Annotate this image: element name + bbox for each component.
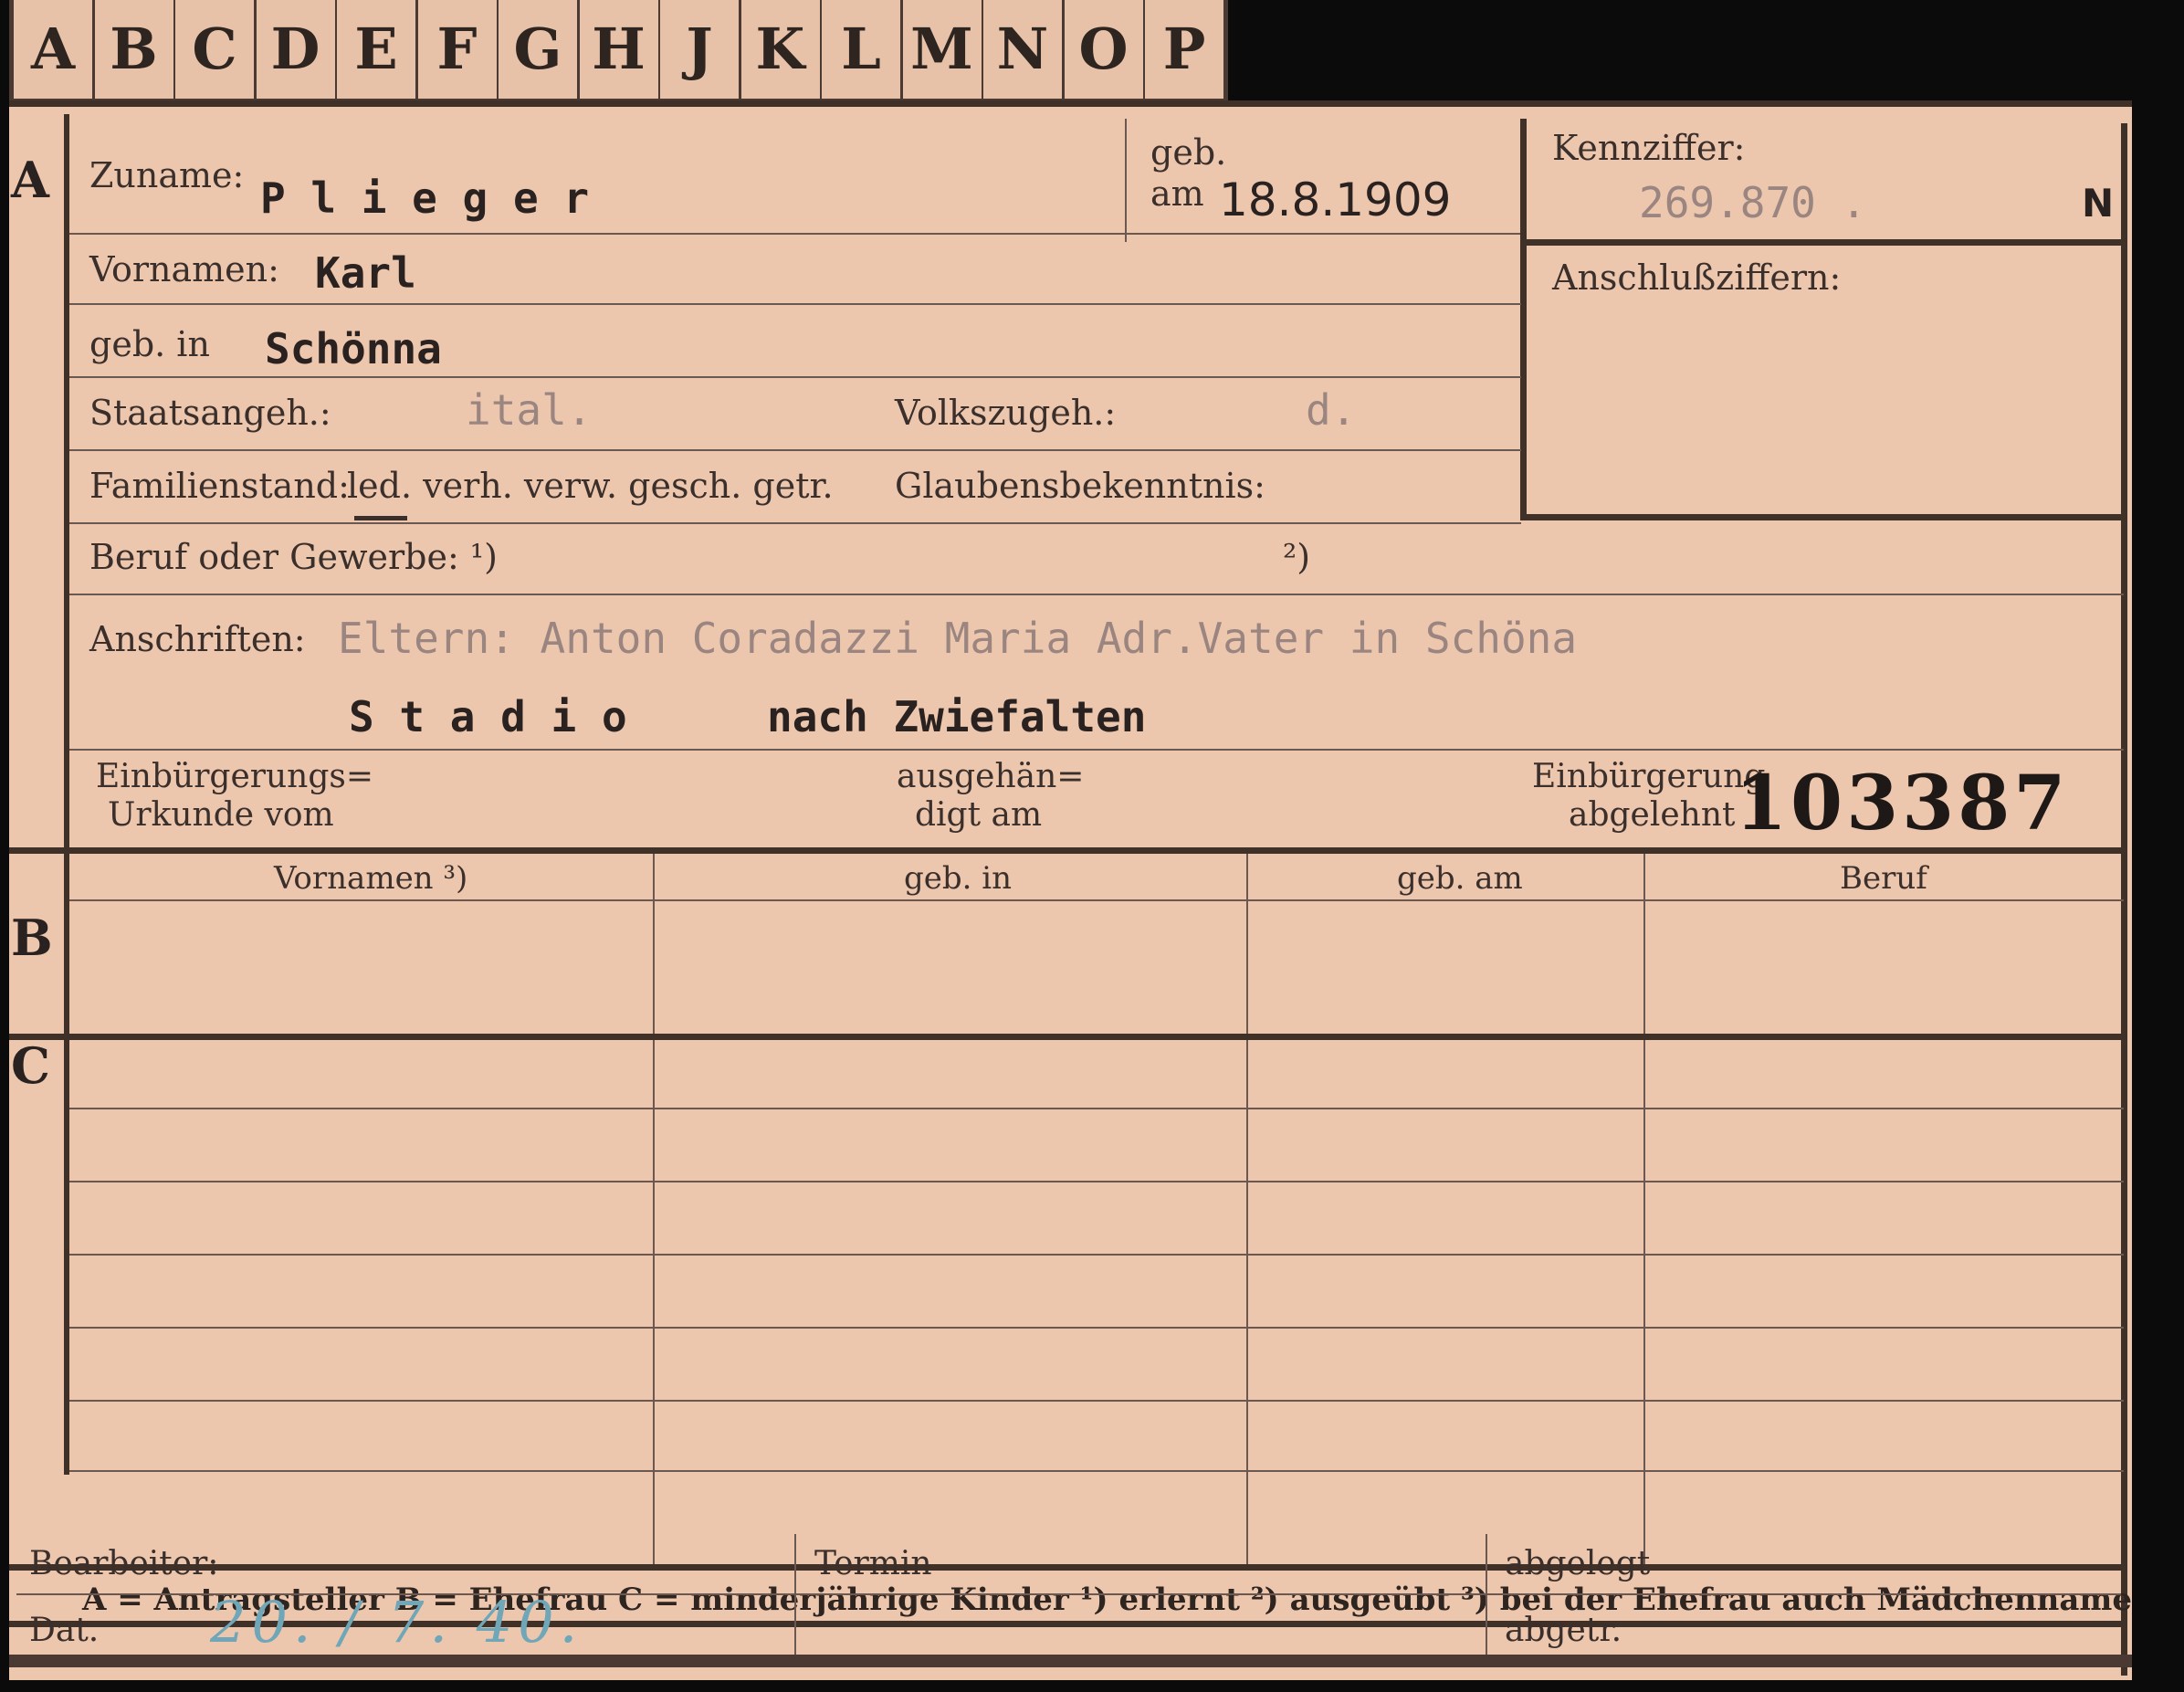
familienstand-underline-led	[354, 516, 407, 520]
kennziffer-box-bottom	[1520, 514, 2127, 520]
column-header-geb-in: geb. in	[904, 860, 1013, 897]
ausgehaendigt-label-2: digt am	[915, 796, 1043, 834]
familienstand-label: Familienstand:	[89, 466, 350, 506]
zuname-rule	[69, 233, 1521, 235]
beruf-label: Beruf oder Gewerbe: ¹)	[89, 537, 498, 577]
register-tab-a: A	[14, 0, 95, 99]
vornamen-value: Karl	[315, 248, 416, 298]
children-row-rule-4	[69, 1327, 2124, 1329]
termin-label: Termin	[814, 1545, 932, 1582]
geb-divider	[1125, 119, 1127, 242]
vornamen-label: Vornamen:	[89, 249, 279, 289]
column-header-geb-am: geb. am	[1397, 860, 1523, 897]
register-tab-b: B	[94, 0, 176, 99]
header-rule	[69, 899, 2124, 901]
register-tab-j: J	[660, 0, 741, 99]
register-tab-p: P	[1145, 0, 1226, 99]
register-tab-e: E	[337, 0, 418, 99]
register-tab-n: N	[983, 0, 1065, 99]
legend-top-border	[9, 1564, 2127, 1571]
geb-in-label: geb. in	[89, 324, 210, 364]
kennziffer-suffix: N	[2082, 181, 2115, 226]
section-margin-line	[64, 114, 69, 1475]
staatsangeh-label: Staatsangeh.:	[89, 393, 331, 433]
section-c-letter: C	[11, 1036, 50, 1095]
geb-in-rule	[69, 376, 1521, 378]
register-tab-k: K	[740, 0, 823, 99]
register-tab-strip: ABCDEFGHJKLMNOP	[9, 0, 1228, 108]
register-tab-h: H	[579, 0, 661, 99]
footer-divider-1	[794, 1534, 796, 1662]
register-tab-m: M	[902, 0, 984, 99]
anschriften-rule	[69, 749, 2124, 751]
abgelehnt-label-2: abgelehnt	[1569, 796, 1736, 834]
familienstand-rule	[69, 522, 1521, 524]
beruf-note-2: ²)	[1283, 537, 1311, 577]
index-card: A B C Zuname: P l i e g e r geb. am 18.8…	[9, 100, 2132, 1680]
kennziffer-box-left	[1520, 119, 1527, 520]
register-tab-c: C	[175, 0, 257, 99]
column-header-vornamen: Vornamen ³)	[274, 860, 468, 897]
section-b-top-border	[9, 847, 2127, 854]
children-row-rule-2	[69, 1181, 2124, 1182]
section-a-letter: A	[11, 151, 49, 209]
anschriften-line-2-destination: nach Zwiefalten	[767, 692, 1147, 741]
staatsangeh-rule	[69, 449, 1521, 451]
children-row-rule-3	[69, 1254, 2124, 1256]
geb-am-value: 18.8.1909	[1219, 173, 1452, 226]
children-row-rule-6	[69, 1470, 2124, 1472]
register-tab-o: O	[1064, 0, 1146, 99]
abgetragen-label: abgetr.	[1505, 1612, 1622, 1649]
kennziffer-rule	[1527, 239, 2121, 246]
column-header-beruf: Beruf	[1840, 860, 1927, 897]
anschlussziffern-label: Anschlußziffern:	[1552, 257, 1842, 298]
section-b-row	[69, 909, 2119, 1018]
anschriften-label: Anschriften:	[89, 619, 306, 659]
beruf-rule	[69, 594, 2124, 595]
bearbeiter-label: Bearbeiter:	[29, 1545, 219, 1582]
volkszugeh-value: d.	[1306, 385, 1357, 435]
kennziffer-label: Kennziffer:	[1552, 128, 1746, 168]
card-bottom-border	[9, 1655, 2132, 1667]
section-c-top-border	[9, 1034, 2127, 1040]
dat-label: Dat.	[29, 1612, 100, 1649]
card-top-border	[9, 100, 2132, 107]
children-row-rule-1	[69, 1108, 2124, 1109]
stamped-number: 103387	[1735, 760, 2070, 847]
staatsangeh-value: ital.	[466, 385, 593, 435]
footer-divider-2	[1486, 1534, 1487, 1662]
section-b-letter: B	[11, 909, 53, 967]
abgelegt-label: abgelegt	[1505, 1545, 1651, 1582]
einbuergerung-label-2: Urkunde vom	[108, 796, 334, 834]
anschriften-line-1: Eltern: Anton Coradazzi Maria Adr.Vater …	[338, 614, 1578, 663]
kennziffer-value: 269.870 .	[1639, 178, 1867, 227]
familienstand-options: led. verh. verw. gesch. getr.	[347, 466, 834, 506]
geb-in-value: Schönna	[265, 324, 442, 373]
geb-am-label-2: am	[1150, 173, 1204, 214]
zuname-label: Zuname:	[89, 155, 245, 195]
children-row-rule-5	[69, 1400, 2124, 1402]
abgelehnt-label-1: Einbürgerung	[1532, 758, 1766, 795]
register-tab-d: D	[256, 0, 338, 99]
geb-am-label-1: geb.	[1150, 132, 1227, 173]
anschriften-line-2-place: S t a d i o	[349, 692, 627, 741]
register-tab-g: G	[499, 0, 580, 99]
vornamen-rule	[69, 303, 1521, 305]
ausgehaendigt-label-1: ausgehän=	[897, 758, 1085, 795]
volkszugeh-label: Volkszugeh.:	[895, 393, 1117, 433]
zuname-value: P l i e g e r	[260, 173, 590, 223]
register-tab-l: L	[822, 0, 903, 99]
dat-handwritten-value: 20. / 7. 40.	[210, 1589, 583, 1655]
glaubensbekenntnis-label: Glaubensbekenntnis:	[895, 466, 1265, 506]
register-tab-f: F	[417, 0, 499, 99]
einbuergerung-label-1: Einbürgerungs=	[96, 758, 374, 795]
